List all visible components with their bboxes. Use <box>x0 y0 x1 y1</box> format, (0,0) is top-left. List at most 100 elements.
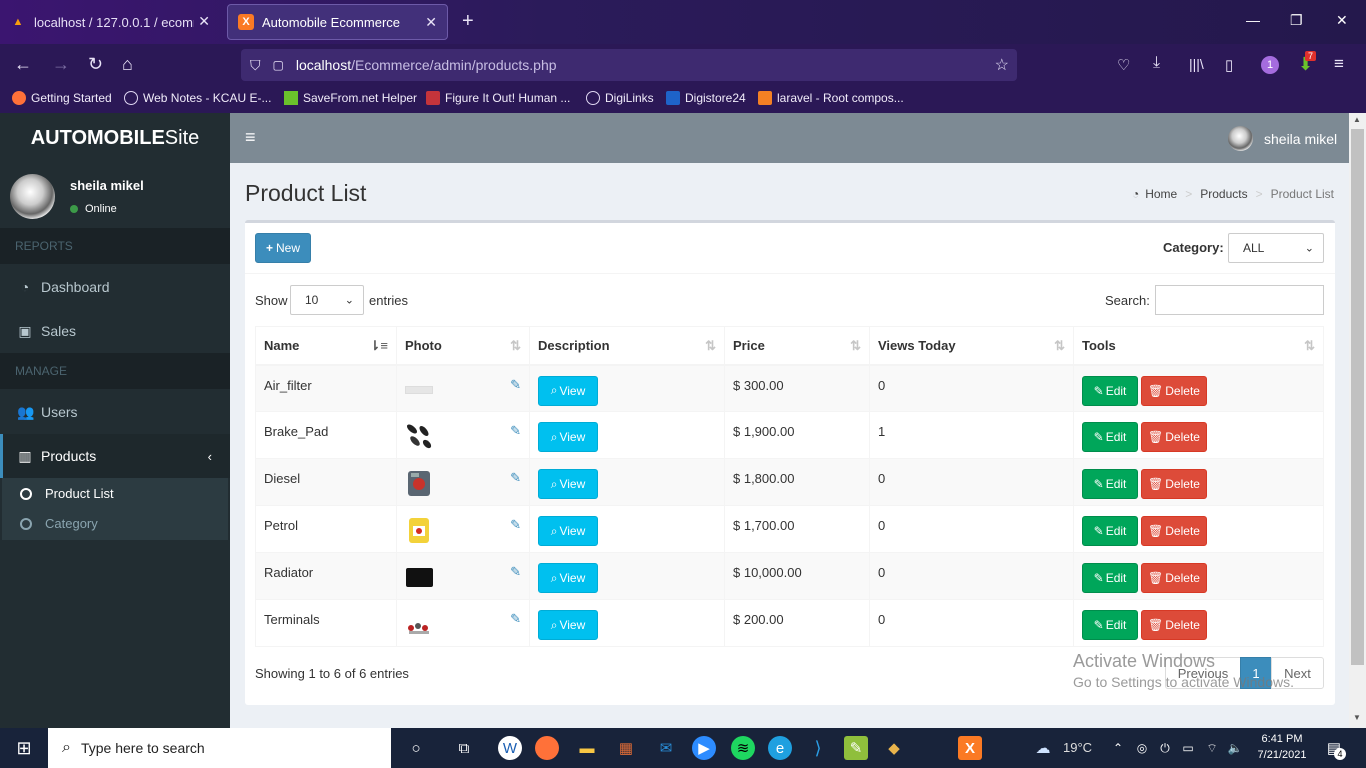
file-explorer-icon[interactable]: ▬ <box>575 736 599 760</box>
scroll-up-icon[interactable]: ▲ <box>1353 115 1361 124</box>
menu-icon[interactable]: ≡ <box>1334 54 1344 74</box>
edit-photo-icon[interactable]: ✎ <box>510 517 521 533</box>
column-header-photo[interactable]: Photo ⇅ <box>396 326 530 366</box>
vscode-icon[interactable]: ⟩ <box>806 736 830 760</box>
task-view-icon[interactable]: ⧉ <box>452 736 476 760</box>
header-avatar[interactable] <box>1228 126 1253 151</box>
wifi-icon[interactable]: ⌔ <box>1200 736 1224 760</box>
bookmark-savefrom[interactable]: SaveFrom.net Helper <box>284 91 417 105</box>
close-icon[interactable]: ✕ <box>425 14 437 31</box>
view-description-button[interactable]: ⌕ View <box>538 375 598 406</box>
scrollbar-thumb[interactable] <box>1351 129 1364 665</box>
home-icon[interactable]: ⌂ <box>122 54 133 75</box>
delete-button[interactable]: 🗑 Delete <box>1141 563 1207 593</box>
profile-icon[interactable]: 1 <box>1261 56 1279 74</box>
close-icon[interactable]: ✕ <box>198 13 210 30</box>
edit-button[interactable]: ✎ Edit <box>1082 469 1138 499</box>
delete-button[interactable]: 🗑 Delete <box>1141 469 1207 499</box>
tab-phpmyadmin[interactable]: ▲ localhost / 127.0.0.1 / ecomm | ... ✕ <box>0 4 220 40</box>
submenu-item-product-list[interactable]: Product List <box>20 486 114 501</box>
firefox-icon[interactable] <box>535 736 559 760</box>
edit-button[interactable]: ✎ Edit <box>1082 516 1138 546</box>
mail-icon[interactable]: ✉ <box>654 736 678 760</box>
category-select[interactable]: ALL ⌄ <box>1228 233 1324 263</box>
back-icon[interactable]: ← <box>14 54 32 75</box>
column-header-views-today[interactable]: Views Today ⇅ <box>869 326 1074 366</box>
sidebar-toggle-icon[interactable]: ▯ <box>1225 56 1233 74</box>
edit-button[interactable]: ✎ Edit <box>1082 563 1138 593</box>
edit-photo-icon[interactable]: ✎ <box>510 423 521 439</box>
weather-icon[interactable]: ☁ <box>1031 736 1055 760</box>
bookmark-laravel[interactable]: laravel - Root compos... <box>758 91 904 105</box>
zoom-icon[interactable]: ▶ <box>692 736 716 760</box>
minimize-icon[interactable]: — <box>1246 12 1260 28</box>
address-bar[interactable]: ⛉ ▢ localhost/Ecommerce/admin/products.p… <box>241 49 1017 81</box>
bookmark-digistore24[interactable]: Digistore24 <box>666 91 746 105</box>
header-user-name[interactable]: sheila mikel <box>1264 131 1337 147</box>
edit-photo-icon[interactable]: ✎ <box>510 611 521 627</box>
shield-icon[interactable]: ⛉ <box>250 57 261 74</box>
edit-photo-icon[interactable]: ✎ <box>510 377 521 393</box>
breadcrumb-home[interactable]: Home <box>1145 187 1177 201</box>
edit-photo-icon[interactable]: ✎ <box>510 564 521 580</box>
reload-icon[interactable]: ↻ <box>88 54 103 75</box>
column-header-tools[interactable]: Tools ⇅ <box>1073 326 1324 366</box>
sidebar-item-products[interactable]: ▥ Products ‹ <box>0 434 230 478</box>
sidebar-item-sales[interactable]: ▣ Sales <box>0 309 230 353</box>
window-close-icon[interactable]: ✕ <box>1336 12 1348 29</box>
view-description-button[interactable]: ⌕ View <box>538 563 598 593</box>
taskbar-search-box[interactable]: ⌕ Type here to search <box>48 728 391 768</box>
app-icon[interactable]: ◆ <box>882 736 906 760</box>
calculator-icon[interactable]: ▦ <box>614 736 638 760</box>
delete-button[interactable]: 🗑 Delete <box>1141 375 1207 406</box>
delete-button[interactable]: 🗑 Delete <box>1141 422 1207 452</box>
breadcrumb-products[interactable]: Products <box>1200 187 1247 201</box>
network-icon[interactable]: ◎ <box>1130 736 1154 760</box>
bookmark-digilinks[interactable]: DigiLinks <box>586 91 654 105</box>
page-info-icon[interactable]: ▢ <box>273 58 284 72</box>
forward-icon[interactable]: → <box>52 54 70 75</box>
view-description-button[interactable]: ⌕ View <box>538 422 598 452</box>
column-header-name[interactable]: Name ⇂≡ <box>255 326 397 366</box>
chevron-up-icon[interactable]: ⌃ <box>1106 736 1130 760</box>
volume-icon[interactable]: 🔈 <box>1223 736 1247 760</box>
xampp-icon[interactable]: X <box>958 736 982 760</box>
pocket-icon[interactable]: ♡ <box>1117 56 1130 74</box>
tab-automobile-ecommerce[interactable]: X Automobile Ecommerce ✕ <box>227 4 448 40</box>
edit-photo-icon[interactable]: ✎ <box>510 470 521 486</box>
edit-button[interactable]: ✎ Edit <box>1082 375 1138 406</box>
brand-logo[interactable]: AUTOMOBILE Site <box>0 113 230 163</box>
view-description-button[interactable]: ⌕ View <box>538 469 598 499</box>
view-description-button[interactable]: ⌕ View <box>538 516 598 546</box>
new-tab-icon[interactable]: + <box>462 10 474 33</box>
bookmark-star-icon[interactable]: ☆ <box>995 55 1009 75</box>
download-icon[interactable]: ⤓ <box>1153 54 1160 72</box>
entries-select[interactable]: 10 ⌄ <box>290 285 364 315</box>
column-header-description[interactable]: Description ⇅ <box>529 326 725 366</box>
edit-button[interactable]: ✎ Edit <box>1082 610 1138 640</box>
scroll-down-icon[interactable]: ▼ <box>1353 713 1361 722</box>
new-product-button[interactable]: + New <box>255 233 311 263</box>
delete-button[interactable]: 🗑 Delete <box>1141 516 1207 546</box>
column-header-price[interactable]: Price ⇅ <box>724 326 870 366</box>
clock[interactable]: 6:41 PM 7/21/2021 <box>1254 731 1310 763</box>
edge-icon[interactable]: e <box>768 736 792 760</box>
app-icon[interactable]: W <box>498 736 522 760</box>
page-scrollbar[interactable]: ▲ ▼ <box>1349 113 1366 728</box>
edit-button[interactable]: ✎ Edit <box>1082 422 1138 452</box>
bookmark-web-notes[interactable]: Web Notes - KCAU E-... <box>124 91 271 105</box>
windows-start-icon[interactable]: ⊞ <box>12 736 36 760</box>
spotify-icon[interactable]: ≋ <box>731 736 755 760</box>
usb-icon[interactable]: ⏻ <box>1153 736 1177 760</box>
submenu-item-category[interactable]: Category <box>20 516 98 531</box>
restore-icon[interactable]: ❐ <box>1290 12 1303 29</box>
delete-button[interactable]: 🗑 Delete <box>1141 610 1207 640</box>
view-description-button[interactable]: ⌕ View <box>538 610 598 640</box>
library-icon[interactable]: |||\ <box>1189 56 1204 72</box>
battery-icon[interactable]: ▭ <box>1176 736 1200 760</box>
hamburger-icon[interactable]: ≡ <box>245 127 256 148</box>
cortana-icon[interactable]: ○ <box>404 736 428 760</box>
sidebar-item-users[interactable]: 👥 Users <box>0 390 230 434</box>
bookmark-getting-started[interactable]: Getting Started <box>12 91 112 105</box>
sidebar-item-dashboard[interactable]: ◔ Dashboard <box>0 265 230 309</box>
